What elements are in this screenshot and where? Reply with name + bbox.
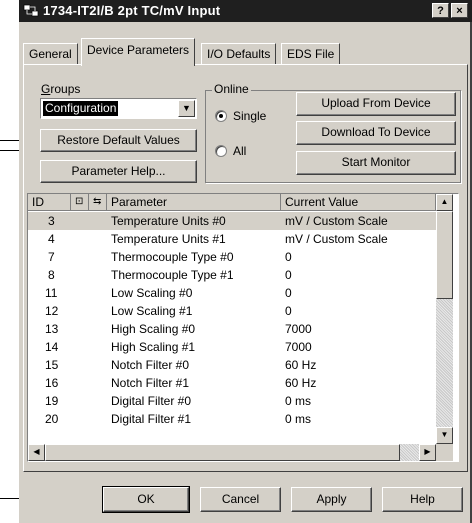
row-parameter: Low Scaling #1 bbox=[111, 304, 193, 318]
header-monitor-icon[interactable]: ⇆ bbox=[89, 194, 107, 211]
row-value: 0 bbox=[285, 304, 292, 318]
header-current-value[interactable]: Current Value bbox=[281, 194, 436, 211]
radio-single-label: Single bbox=[233, 109, 267, 123]
tab-io-defaults[interactable]: I/O Defaults bbox=[201, 43, 277, 65]
table-row[interactable]: 4 Temperature Units #1 mV / Custom Scale bbox=[28, 230, 436, 248]
row-parameter: Temperature Units #0 bbox=[111, 214, 226, 228]
row-value: 7000 bbox=[285, 322, 312, 336]
row-id: 4 bbox=[48, 232, 55, 246]
groups-selected-value: Configuration bbox=[43, 101, 119, 116]
row-id: 3 bbox=[48, 214, 55, 228]
row-value: 60 Hz bbox=[285, 376, 317, 390]
title-bar: 1734-IT2I/B 2pt TC/mV Input ? × bbox=[19, 0, 472, 22]
online-label: Online bbox=[212, 82, 251, 96]
row-id: 7 bbox=[48, 250, 55, 264]
tab-general[interactable]: General bbox=[23, 43, 78, 65]
header-parameter[interactable]: Parameter bbox=[107, 194, 281, 211]
table-row[interactable]: 13 High Scaling #0 7000 bbox=[28, 320, 436, 338]
radio-all[interactable] bbox=[215, 145, 227, 157]
row-id: 11 bbox=[45, 286, 58, 300]
vertical-scrollbar[interactable]: ▲ ▼ bbox=[436, 194, 453, 444]
row-value: mV / Custom Scale bbox=[285, 232, 388, 246]
table-row[interactable]: 14 High Scaling #1 7000 bbox=[28, 338, 436, 356]
header-lock-icon[interactable]: ⊡ bbox=[71, 194, 89, 211]
groups-label: Groups bbox=[41, 82, 81, 96]
row-parameter: Notch Filter #1 bbox=[111, 376, 190, 390]
row-parameter: Thermocouple Type #1 bbox=[111, 268, 234, 282]
network-device-icon bbox=[23, 4, 39, 17]
help-question-button[interactable]: ? bbox=[432, 3, 449, 18]
ok-button[interactable]: OK bbox=[102, 486, 190, 513]
row-id: 12 bbox=[45, 304, 59, 318]
table-row[interactable]: 7 Thermocouple Type #0 0 bbox=[28, 248, 436, 266]
scroll-down-icon[interactable]: ▼ bbox=[436, 427, 453, 444]
row-value: 7000 bbox=[285, 340, 312, 354]
table-row[interactable]: 16 Notch Filter #1 60 Hz bbox=[28, 374, 436, 392]
tab-eds-file[interactable]: EDS File bbox=[281, 43, 341, 65]
row-parameter: Low Scaling #0 bbox=[111, 286, 193, 300]
table-row[interactable]: 15 Notch Filter #0 60 Hz bbox=[28, 356, 436, 374]
chevron-down-icon[interactable]: ▼ bbox=[178, 100, 195, 117]
row-parameter: Digital Filter #0 bbox=[111, 394, 192, 408]
row-value: 0 bbox=[285, 268, 292, 282]
radio-single-dot bbox=[219, 114, 223, 118]
row-value: 0 ms bbox=[285, 412, 312, 426]
tab-device-parameters[interactable]: Device Parameters bbox=[81, 38, 196, 66]
download-to-device-button[interactable]: Download To Device bbox=[296, 121, 456, 145]
apply-button[interactable]: Apply bbox=[291, 487, 372, 512]
row-value: 0 ms bbox=[285, 394, 312, 408]
row-parameter: High Scaling #0 bbox=[111, 322, 196, 336]
table-row[interactable]: 20 Digital Filter #1 0 ms bbox=[28, 410, 436, 428]
table-row[interactable]: 12 Low Scaling #1 0 bbox=[28, 302, 436, 320]
row-parameter: Notch Filter #0 bbox=[111, 358, 190, 372]
restore-defaults-button[interactable]: Restore Default Values bbox=[40, 129, 197, 152]
scroll-right-icon[interactable]: ▶ bbox=[419, 444, 436, 461]
close-button[interactable]: × bbox=[451, 3, 468, 18]
scroll-corner bbox=[436, 444, 453, 461]
row-id: 8 bbox=[48, 268, 55, 282]
groups-select[interactable]: Configuration ▼ bbox=[40, 98, 197, 119]
table-row[interactable]: 3 Temperature Units #0 mV / Custom Scale bbox=[28, 212, 436, 230]
radio-all-label: All bbox=[233, 144, 247, 158]
row-id: 20 bbox=[45, 412, 59, 426]
row-id: 19 bbox=[45, 394, 59, 408]
row-value: 60 Hz bbox=[285, 358, 317, 372]
row-value: mV / Custom Scale bbox=[285, 214, 388, 228]
scroll-up-icon[interactable]: ▲ bbox=[436, 194, 453, 211]
row-parameter: High Scaling #1 bbox=[111, 340, 196, 354]
row-id: 15 bbox=[45, 358, 59, 372]
table-row[interactable]: 11 Low Scaling #0 0 bbox=[28, 284, 436, 302]
window-title: 1734-IT2I/B 2pt TC/mV Input bbox=[43, 3, 221, 18]
start-monitor-button[interactable]: Start Monitor bbox=[296, 151, 456, 175]
table-row[interactable]: 8 Thermocouple Type #1 0 bbox=[28, 266, 436, 284]
row-id: 14 bbox=[45, 340, 59, 354]
radio-single[interactable] bbox=[215, 110, 227, 122]
upload-from-device-button[interactable]: Upload From Device bbox=[296, 92, 456, 116]
scroll-left-icon[interactable]: ◀ bbox=[28, 444, 45, 461]
table-row[interactable]: 19 Digital Filter #0 0 ms bbox=[28, 392, 436, 410]
row-value: 0 bbox=[285, 286, 292, 300]
horizontal-scrollbar[interactable]: ◀ ▶ bbox=[28, 444, 436, 461]
help-button[interactable]: Help bbox=[382, 487, 463, 512]
vertical-scroll-thumb[interactable] bbox=[436, 211, 453, 299]
row-parameter: Temperature Units #1 bbox=[111, 232, 226, 246]
header-id[interactable]: ID bbox=[28, 194, 71, 211]
row-id: 16 bbox=[45, 376, 59, 390]
row-parameter: Thermocouple Type #0 bbox=[111, 250, 234, 264]
horizontal-scroll-thumb[interactable] bbox=[45, 444, 400, 461]
cancel-button[interactable]: Cancel bbox=[200, 487, 281, 512]
row-parameter: Digital Filter #1 bbox=[111, 412, 192, 426]
parameter-list[interactable]: ID ⊡ ⇆ Parameter Current Value 3 Tempera… bbox=[27, 193, 459, 462]
row-id: 13 bbox=[45, 322, 59, 336]
parameter-help-button[interactable]: Parameter Help... bbox=[40, 160, 197, 183]
row-value: 0 bbox=[285, 250, 292, 264]
